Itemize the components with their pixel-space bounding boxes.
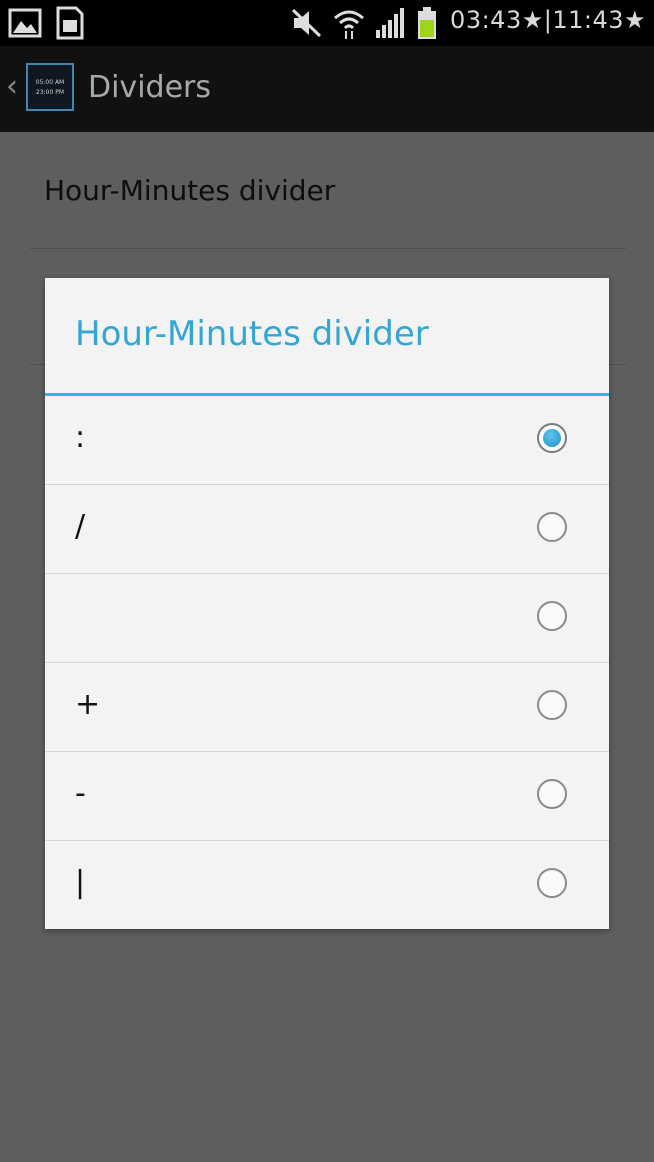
wifi-icon (332, 6, 366, 44)
app-icon-line2: 23:00 PM (36, 89, 64, 96)
page-title[interactable]: Dividers (88, 70, 211, 105)
radio-button[interactable] (537, 779, 567, 809)
option-space[interactable] (45, 574, 609, 663)
divider-dialog: Hour-Minutes divider : / + - | (45, 278, 609, 929)
app-icon[interactable]: 05:00 AM 23:00 PM (26, 63, 74, 111)
option-label: + (75, 687, 101, 722)
radio-button[interactable] (537, 690, 567, 720)
option-label: : (75, 420, 86, 455)
back-caret-icon[interactable]: ‹ (6, 72, 18, 102)
pref-item-hour-minutes-divider[interactable]: Hour-Minutes divider (44, 174, 335, 207)
option-label: - (75, 776, 86, 811)
radio-dot-icon (543, 429, 561, 447)
option-slash[interactable]: / (45, 485, 609, 574)
action-bar: ‹ 05:00 AM 23:00 PM Dividers (0, 46, 654, 132)
list-divider (30, 248, 626, 249)
status-bar: 03:43★|11:43★ (0, 0, 654, 46)
option-label: | (75, 865, 86, 900)
option-plus[interactable]: + (45, 663, 609, 752)
signal-icon (374, 6, 408, 44)
radio-button[interactable] (537, 512, 567, 542)
option-label: / (75, 509, 86, 544)
radio-button[interactable] (537, 868, 567, 898)
status-time: 03:43★|11:43★ (450, 6, 646, 34)
battery-icon (416, 6, 438, 44)
option-minus[interactable]: - (45, 752, 609, 841)
app-icon-line1: 05:00 AM (35, 79, 65, 86)
dialog-title: Hour-Minutes divider (75, 314, 429, 354)
radio-button-checked[interactable] (537, 423, 567, 453)
radio-button[interactable] (537, 601, 567, 631)
sd-card-icon (54, 6, 86, 44)
mute-icon (290, 6, 324, 44)
option-colon[interactable]: : (45, 396, 609, 485)
gallery-icon (8, 6, 42, 44)
option-pipe[interactable]: | (45, 841, 609, 930)
